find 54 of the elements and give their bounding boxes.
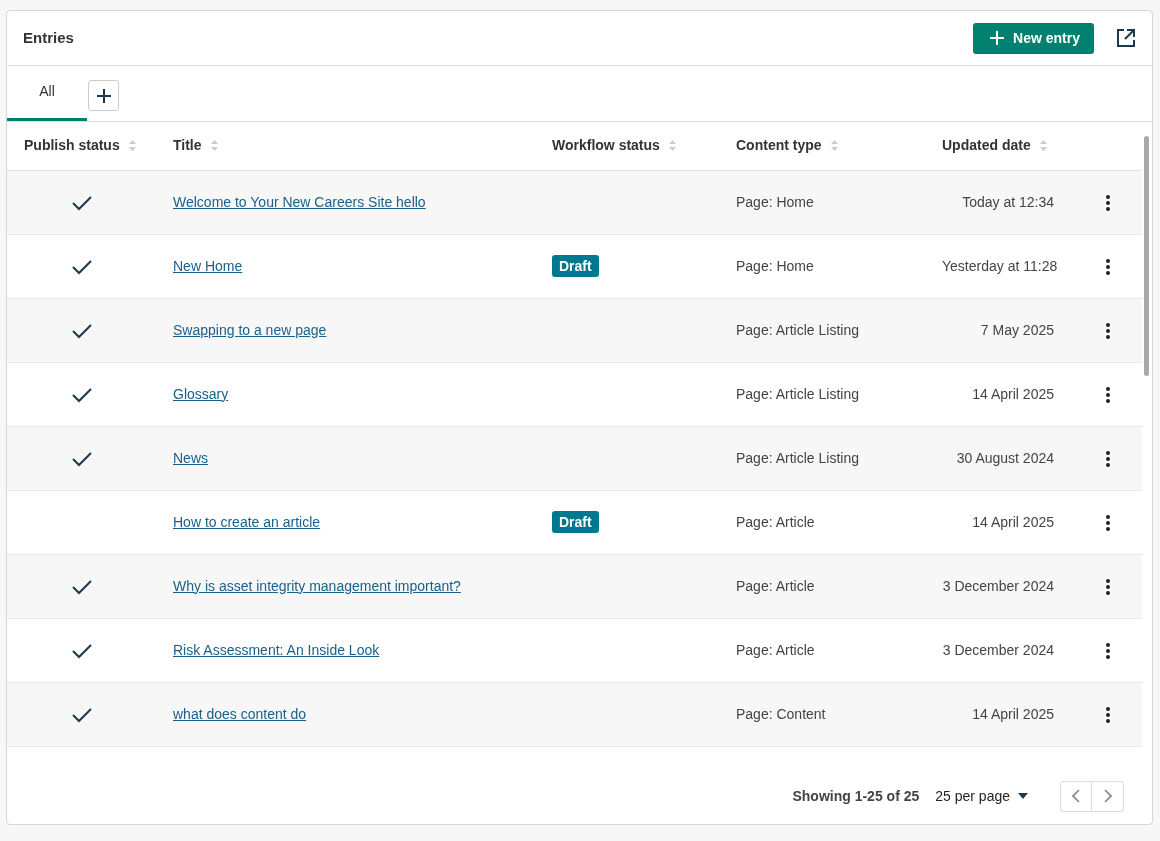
chevron-right-icon <box>1103 789 1112 803</box>
entry-title-link[interactable]: Welcome to Your New Careers Site hello <box>173 193 426 210</box>
more-options-icon[interactable] <box>1105 257 1111 276</box>
table-cell: Page: Article <box>736 513 815 530</box>
scrollbar-thumb[interactable] <box>1144 136 1149 376</box>
more-options-icon[interactable] <box>1105 193 1111 212</box>
per-page-dropdown[interactable]: 25 per page <box>927 781 1036 811</box>
table-cell: 3 December 2024 <box>942 641 1054 658</box>
entry-title-link[interactable]: News <box>173 449 208 466</box>
entry-title-link[interactable]: New Home <box>173 257 243 274</box>
table-cell: Page: Article Listing <box>736 385 859 402</box>
table-cell: 30 August 2024 <box>956 449 1054 466</box>
column-header[interactable]: Updated date <box>942 135 1031 157</box>
more-options-icon[interactable] <box>1105 705 1111 724</box>
new-entry-button[interactable]: New entry <box>973 22 1094 54</box>
chevron-left-icon <box>1072 789 1080 803</box>
caret-icon <box>1018 793 1028 799</box>
column-header[interactable]: Content type <box>736 135 822 157</box>
table-cell: Page: Article Listing <box>736 449 859 466</box>
entry-title-link[interactable]: How to create an article <box>173 513 321 530</box>
table-cell: 7 May 2025 <box>980 321 1054 338</box>
entry-title-link[interactable]: Swapping to a new page <box>173 321 327 338</box>
table-cell: 3 December 2024 <box>942 577 1054 594</box>
table-cell: 14 April 2025 <box>972 385 1054 402</box>
table-cell: 14 April 2025 <box>972 705 1054 722</box>
entry-title-link[interactable]: Risk Assessment: An Inside Look <box>173 641 380 658</box>
table-cell: 14 April 2025 <box>972 513 1054 530</box>
status-badge: Draft <box>552 254 599 277</box>
more-options-icon[interactable] <box>1105 577 1111 596</box>
column-header[interactable]: Publish status <box>24 135 120 157</box>
page-title: Entries <box>23 27 74 48</box>
table-cell: Page: Home <box>736 257 814 274</box>
more-options-icon[interactable] <box>1105 385 1111 404</box>
pagination-summary: Showing 1-25 of 25 <box>792 786 920 806</box>
more-options-icon[interactable] <box>1105 641 1111 660</box>
table-cell: Page: Article <box>736 641 815 658</box>
entry-title-link[interactable]: Glossary <box>173 385 229 402</box>
table-cell: Today at 12:34 <box>962 193 1054 210</box>
external-link-icon[interactable] <box>1116 28 1136 48</box>
more-options-icon[interactable] <box>1105 449 1111 468</box>
status-badge: Draft <box>552 510 599 533</box>
entry-title-link[interactable]: what does content do <box>173 705 307 722</box>
column-header[interactable]: Workflow status <box>552 135 660 157</box>
table-cell: Page: Article <box>736 577 815 594</box>
add-tab-button[interactable] <box>88 80 119 111</box>
more-options-icon[interactable] <box>1105 513 1111 532</box>
plus-icon <box>989 30 1006 46</box>
column-header[interactable]: Title <box>173 135 202 157</box>
table-cell: Page: Article Listing <box>736 321 859 338</box>
more-options-icon[interactable] <box>1105 321 1111 340</box>
table-cell: Page: Content <box>736 705 826 722</box>
table-cell: Yesterday at 11:28 <box>942 257 1058 274</box>
table-cell: Page: Home <box>736 193 814 210</box>
plus-icon <box>95 87 112 104</box>
